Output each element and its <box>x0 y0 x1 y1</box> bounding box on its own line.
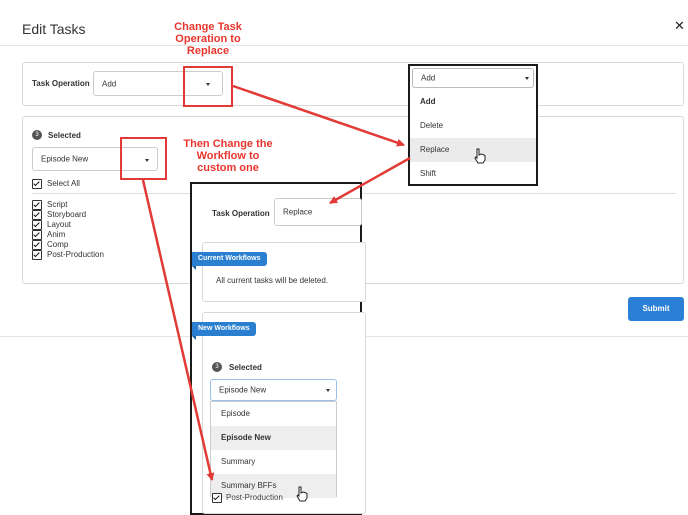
task-operation-label: Task Operation <box>32 79 90 88</box>
replace-task-operation-label: Task Operation <box>212 209 270 218</box>
workflow-option[interactable]: Episode <box>211 402 336 426</box>
hand-cursor-icon <box>474 148 486 164</box>
annotation-line: custom one <box>197 162 259 174</box>
task-checkbox[interactable] <box>32 250 42 260</box>
workflow-option[interactable]: Episode New <box>211 426 336 450</box>
selected-count-badge: 3 <box>32 130 42 140</box>
new-selected-count-badge: 3 <box>212 362 222 372</box>
annotation-line: Replace <box>186 45 230 57</box>
current-workflows-ribbon: Current Workflows <box>192 252 267 270</box>
operation-option[interactable]: Shift <box>410 162 536 186</box>
operation-dropdown-value: Add <box>421 73 436 83</box>
annotation-line: Then Change the <box>183 138 273 150</box>
peek-task-label: Post-Production <box>226 493 283 502</box>
task-label: Post-Production <box>47 250 104 259</box>
task-checkbox[interactable] <box>32 230 42 240</box>
header-divider <box>0 45 688 46</box>
select-all-label: Select All <box>47 179 80 188</box>
chevron-down-icon <box>525 77 529 80</box>
workflow-option[interactable]: Summary <box>211 450 336 474</box>
current-workflows-message: All current tasks will be deleted. <box>216 276 329 285</box>
operation-dropdown-select[interactable]: Add <box>412 68 534 88</box>
annotation-line: Operation to <box>175 33 241 45</box>
submit-button[interactable]: Submit <box>628 297 684 321</box>
task-label: Script <box>47 200 68 209</box>
new-selected-label: Selected <box>229 363 262 372</box>
hand-cursor-icon <box>296 486 308 502</box>
current-workflows-card <box>202 242 366 302</box>
task-checkbox[interactable] <box>32 200 42 210</box>
task-checkbox[interactable] <box>32 240 42 250</box>
peek-task-checkbox[interactable] <box>212 493 222 503</box>
highlight-operation-caret <box>183 66 233 107</box>
operation-option[interactable]: Delete <box>410 114 536 138</box>
workflow-value: Episode New <box>41 154 89 164</box>
task-label: Anim <box>47 230 66 239</box>
select-all-checkbox[interactable] <box>32 179 42 189</box>
replace-task-operation-select[interactable]: Replace <box>274 198 362 226</box>
new-workflow-value: Episode New <box>219 385 267 395</box>
annotation-line: Change Task <box>174 21 242 33</box>
new-workflow-options: Episode Episode New Summary Summary BFFs <box>210 401 337 498</box>
replace-panel: Task Operation Replace Current Workflows… <box>190 182 366 515</box>
task-label: Comp <box>47 240 69 249</box>
task-checkbox[interactable] <box>32 210 42 220</box>
task-label: Layout <box>47 220 72 229</box>
annotation-line: Workflow to <box>196 150 260 162</box>
operation-option[interactable]: Add <box>410 90 536 114</box>
task-label: Storyboard <box>47 210 87 219</box>
close-icon[interactable]: ✕ <box>674 18 685 34</box>
task-checkbox[interactable] <box>32 220 42 230</box>
operation-dropdown-popup: Add Add Delete Replace Shift <box>408 64 538 186</box>
new-workflows-ribbon: New Workflows <box>192 322 256 340</box>
highlight-workflow-caret <box>120 137 167 180</box>
task-operation-value: Add <box>102 79 117 88</box>
chevron-down-icon <box>326 389 330 392</box>
selected-label: Selected <box>48 131 81 140</box>
replace-task-operation-value: Replace <box>283 207 313 217</box>
dialog-title: Edit Tasks <box>22 21 86 37</box>
new-workflow-select[interactable]: Episode New <box>210 379 337 401</box>
annotation-change-workflow: Then Change the Workflow to custom one <box>168 138 288 174</box>
annotation-change-operation: Change Task Operation to Replace <box>150 21 266 57</box>
